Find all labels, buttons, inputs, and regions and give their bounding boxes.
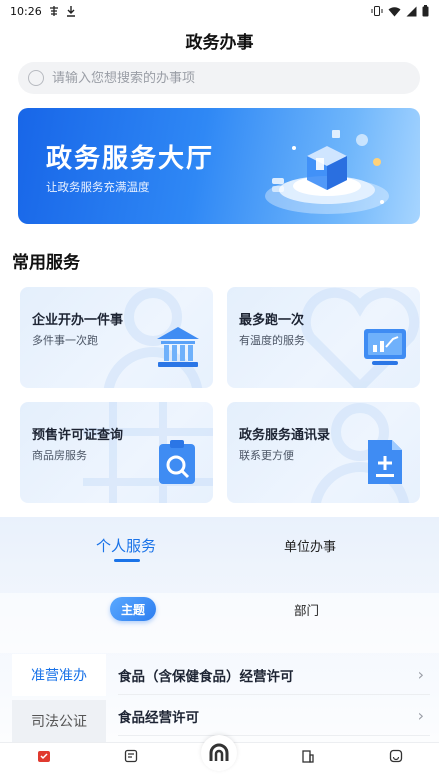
status-time: 10:26 <box>10 4 42 18</box>
nav-item-news[interactable] <box>111 749 151 765</box>
item-label: 食品经营许可 <box>118 709 199 726</box>
list-item[interactable]: 食品（含保健食品）经营许可 › <box>118 655 430 695</box>
banner-title: 政务服务大厅 <box>46 144 215 174</box>
card-title: 政务服务通讯录 <box>239 428 331 443</box>
search-bar[interactable] <box>18 62 420 94</box>
home-center-button[interactable] <box>201 735 237 771</box>
nav-item-mine[interactable] <box>376 749 416 765</box>
category-item-active[interactable]: 准营准办 <box>12 654 106 696</box>
item-label: 食品（含保健食品）经营许可 <box>118 668 294 685</box>
card-subtitle: 有温度的服务 <box>239 334 305 347</box>
tab-personal-services[interactable]: 个人服务 <box>96 535 157 562</box>
clipboard-search-icon <box>159 440 195 484</box>
card-title: 预售许可证查询 <box>32 428 124 443</box>
profile-icon <box>389 749 403 763</box>
document-plus-icon <box>368 440 402 484</box>
arch-logo-icon <box>209 743 229 761</box>
chart-monitor-icon <box>364 329 406 365</box>
tab-label: 个人服务 <box>96 537 157 555</box>
search-input[interactable] <box>52 70 392 86</box>
subtab-department[interactable]: 部门 <box>294 600 319 619</box>
card-run-once[interactable]: 最多跑一次 有温度的服务 <box>227 287 420 388</box>
page-title: 政务办事 <box>185 33 254 53</box>
search-icon <box>28 70 44 86</box>
download-icon <box>66 6 75 17</box>
bank-building-icon <box>157 327 199 367</box>
notification-app-icon <box>49 6 58 16</box>
tab-label: 单位办事 <box>284 540 337 555</box>
nav-item-affairs[interactable] <box>24 749 64 765</box>
affairs-icon <box>38 751 50 762</box>
signal-icon <box>406 6 417 16</box>
card-directory[interactable]: 政务服务通讯录 联系更方便 <box>227 402 420 503</box>
status-bar: 10:26 <box>0 0 439 22</box>
chevron-right-icon: › <box>417 706 424 725</box>
wifi-icon <box>388 6 401 16</box>
chevron-right-icon: › <box>417 665 424 684</box>
card-title: 最多跑一次 <box>239 313 305 328</box>
bottom-navigation <box>0 735 439 782</box>
vibrate-icon <box>371 6 383 16</box>
category-list: 准营准办 司法公证 <box>12 654 106 742</box>
service-hall-illustration <box>265 130 389 214</box>
tab-unit-affairs[interactable]: 单位办事 <box>284 536 336 555</box>
card-title: 企业开办一件事 <box>32 313 124 328</box>
card-subtitle: 商品房服务 <box>32 449 87 462</box>
battery-icon <box>422 5 429 17</box>
category-item[interactable]: 司法公证 <box>12 700 106 742</box>
card-presale-permit[interactable]: 预售许可证查询 商品房服务 <box>20 402 213 503</box>
subtab-bar <box>0 593 439 653</box>
service-tabs: 个人服务 单位办事 <box>0 517 439 593</box>
common-services-title: 常用服务 <box>12 253 80 273</box>
nav-item-city[interactable] <box>288 749 328 765</box>
list-item[interactable]: 食品经营许可 › <box>118 696 430 736</box>
banner-subtitle: 让政务服务充满温度 <box>46 180 150 194</box>
card-subtitle: 联系更方便 <box>239 449 294 462</box>
card-business-startup[interactable]: 企业开办一件事 多件事一次跑 <box>20 287 213 388</box>
card-subtitle: 多件事一次跑 <box>32 334 98 347</box>
news-icon <box>124 749 138 763</box>
city-icon <box>302 750 314 763</box>
subtab-topic[interactable]: 主题 <box>110 597 156 621</box>
service-hall-banner[interactable]: 政务服务大厅 让政务服务充满温度 <box>18 108 420 224</box>
active-tab-indicator <box>114 559 140 562</box>
